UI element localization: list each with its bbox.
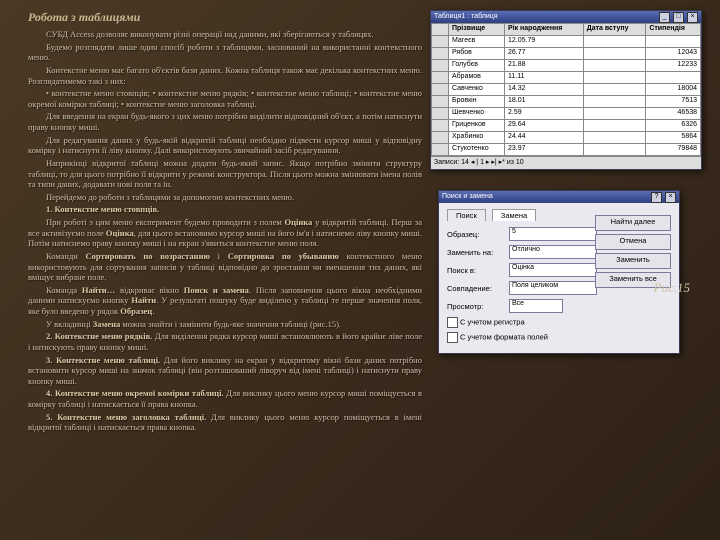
find-replace-dialog: Поиск и замена ? × Поиск Замена Образец:… [438,190,680,354]
table-row[interactable]: Магеєв12.05.79 [432,36,701,48]
para: Для введення на екран будь-якого з цих м… [28,111,422,132]
pattern-input[interactable]: 5 [509,227,597,241]
search-row: Просмотр:Все [447,299,597,313]
tab-replace[interactable]: Замена [492,209,536,221]
find-next-button[interactable]: Найти далее [595,215,671,231]
para: Для редагування даних у будь-якій відкри… [28,135,422,156]
data-table[interactable]: Прізвище Рік народження Дата вступу Стип… [431,23,701,156]
figure-caption: Рис.15 [654,280,690,296]
para: Перейдемо до роботи з таблицями за допом… [28,192,422,203]
table-row[interactable]: Гриценков29.646326 [432,120,701,132]
format-checkbox[interactable]: С учетом формата полей [447,332,548,343]
tab-find[interactable]: Поиск [447,209,486,221]
para: При роботі з цим меню експеримент будемо… [28,217,422,249]
para: У вкладинці Замена можна знайти і заміни… [28,319,422,330]
section-3: 3. Контекстне меню таблиці. Для його вик… [28,355,422,387]
table-row[interactable]: Шевченко2.5946538 [432,108,701,120]
titlebar[interactable]: Поиск и замена ? × [439,191,679,203]
doc-title: Робота з таблицями [28,10,422,25]
replace-row: Заменить на:Отлично [447,245,597,259]
lookin-row: Поиск в:Оцінка [447,263,597,277]
para: СУБД Access дозволяє виконувати різні оп… [28,29,422,40]
section-1-heading: 1. Контекстне меню стовпців. [28,204,422,215]
table-row[interactable]: Абрамов11.11 [432,72,701,84]
para: Команда Найти… відкриває вікно Поиск и з… [28,285,422,317]
table-row[interactable]: Бровкін18.017513 [432,96,701,108]
lookin-select[interactable]: Оцінка [509,263,597,277]
table-row[interactable]: Голубєв21.8812233 [432,60,701,72]
table-header-row: Прізвище Рік народження Дата вступу Стип… [432,24,701,36]
table-row[interactable]: Рябов26.7712043 [432,48,701,60]
para: Будемо розглядати лише один спосіб робот… [28,42,422,63]
close-icon[interactable]: × [687,12,698,23]
dialog-title: Поиск и замена [442,191,493,203]
section-5: 5. Контекстне меню заголовка таблиці. Дл… [28,412,422,433]
replace-input[interactable]: Отлично [509,245,597,259]
table-row[interactable]: Стукотенко23.9779848 [432,144,701,156]
record-navigator[interactable]: Записи: 14 ◂ | 1 ▸ ▸| ▸* из 10 [431,156,701,169]
match-row: Совпадение:Поля целиком [447,281,597,295]
table-row[interactable]: Савченко14.3218004 [432,84,701,96]
para: Контекстне меню має багато об'єктів бази… [28,65,422,86]
match-select[interactable]: Поля целиком [509,281,597,295]
window-title: Таблиця1 : таблиця [434,11,498,23]
table-row[interactable]: Храбинко24.445864 [432,132,701,144]
para: Команди Сортировать по возрастанию і Сор… [28,251,422,283]
section-2: 2. Контекстне меню рядків. Для виділення… [28,331,422,352]
case-checkbox[interactable]: С учетом регистра [447,317,525,328]
replace-button[interactable]: Заменить [595,253,671,269]
search-select[interactable]: Все [509,299,563,313]
help-icon[interactable]: ? [651,192,662,203]
bullet-list: • контекстне меню стовпців; • контекстне… [28,88,422,109]
titlebar[interactable]: Таблиця1 : таблиця _ □ × [431,11,701,23]
maximize-icon[interactable]: □ [673,12,684,23]
close-icon[interactable]: × [665,192,676,203]
para: Наприкінці відкритої таблиці можна додат… [28,158,422,190]
section-4: 4. Контекстне меню окремої комірки табли… [28,388,422,409]
cancel-button[interactable]: Отмена [595,234,671,250]
minimize-icon[interactable]: _ [659,12,670,23]
pattern-row: Образец:5 [447,227,597,241]
table-window: Таблиця1 : таблиця _ □ × Прізвище Рік на… [430,10,702,170]
